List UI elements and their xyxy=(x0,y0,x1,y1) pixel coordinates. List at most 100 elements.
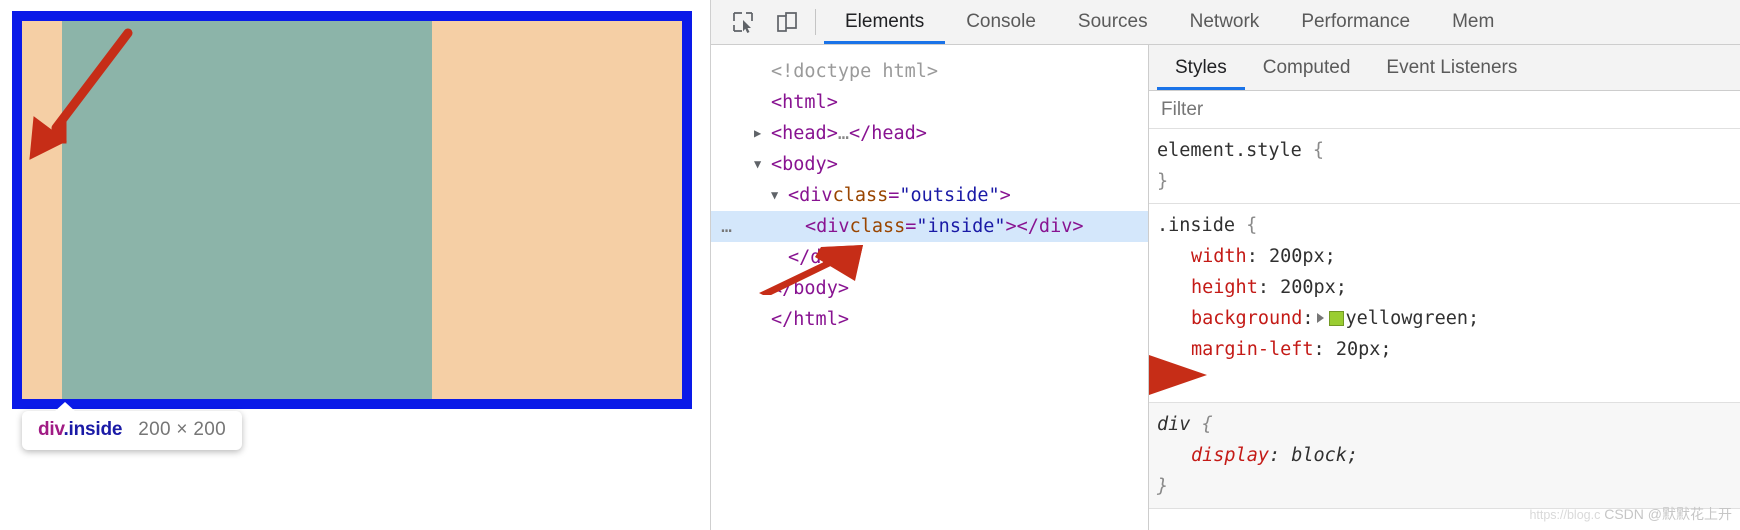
css-declaration[interactable]: display: block; xyxy=(1157,440,1740,471)
tab-styles[interactable]: Styles xyxy=(1157,45,1245,90)
css-colon: : xyxy=(1268,445,1281,466)
css-open-brace: { xyxy=(1190,414,1213,435)
dom-token: <!doctype html> xyxy=(771,61,939,82)
styles-tab-bar: Styles Computed Event Listeners xyxy=(1149,45,1740,91)
dom-token: </body> xyxy=(771,278,849,299)
inspect-element-icon[interactable] xyxy=(721,0,765,44)
dom-row-gutter: … xyxy=(721,216,733,237)
expand-triangle-icon[interactable] xyxy=(1316,313,1324,323)
div-outside-element[interactable] xyxy=(12,11,692,409)
dom-tree-row[interactable]: <html> xyxy=(711,87,1148,118)
toolbar-divider xyxy=(815,9,816,35)
css-space xyxy=(1269,277,1280,298)
devtools-screenshot: div.inside 200 × 200 Elements Console So… xyxy=(0,0,1740,530)
css-rules-list: element.style {} .inside {width: 200px; he… xyxy=(1149,129,1740,509)
css-colon: : xyxy=(1246,246,1258,267)
css-close-brace: } xyxy=(1157,171,1169,192)
css-rule-block[interactable]: div {display: block;} xyxy=(1149,403,1740,509)
css-space xyxy=(1258,246,1269,267)
dom-row-twisty-icon[interactable]: ▶ xyxy=(754,118,771,149)
css-colon: : xyxy=(1257,277,1269,298)
devtools-tab-bar: Elements Console Sources Network Perform… xyxy=(824,0,1515,44)
page-viewport: div.inside 200 × 200 xyxy=(0,0,710,530)
css-declaration[interactable]: margin-left: 20px; xyxy=(1157,334,1740,365)
dom-tree-row[interactable]: … <div class = "inside" ></div> xyxy=(711,211,1148,242)
css-property-value[interactable]: 20px; xyxy=(1336,339,1392,360)
css-property-value[interactable]: 200px; xyxy=(1269,246,1336,267)
tab-event-listeners[interactable]: Event Listeners xyxy=(1368,45,1535,90)
styles-pane: Styles Computed Event Listeners element.… xyxy=(1148,45,1740,530)
watermark-url: https://blog.c xyxy=(1529,508,1601,522)
css-property-name[interactable]: display xyxy=(1191,445,1269,466)
tab-elements[interactable]: Elements xyxy=(824,0,945,44)
css-declaration[interactable]: height: 200px; xyxy=(1157,272,1740,303)
dom-token: <html> xyxy=(771,92,838,113)
css-property-name[interactable]: width xyxy=(1191,246,1247,267)
css-property-name[interactable]: margin-left xyxy=(1191,339,1314,360)
css-colon: : xyxy=(1313,339,1325,360)
tab-network[interactable]: Network xyxy=(1169,0,1281,44)
dom-token: </head> xyxy=(848,123,927,144)
device-toolbar-icon[interactable] xyxy=(765,0,809,44)
css-rule-selector[interactable]: element.style { xyxy=(1157,135,1740,166)
div-inside-element[interactable] xyxy=(62,21,432,399)
devtools-toolbar: Elements Console Sources Network Perform… xyxy=(711,0,1740,45)
dom-row-twisty-icon[interactable]: ▼ xyxy=(771,180,788,211)
css-rule-selector[interactable]: div { xyxy=(1157,409,1740,440)
tooltip-element-name: div.inside xyxy=(38,419,123,440)
dom-tree-row[interactable]: ▼ <div class = "outside" > xyxy=(711,180,1148,211)
tab-console[interactable]: Console xyxy=(945,0,1057,44)
dom-token: > xyxy=(999,185,1011,206)
css-property-name[interactable]: height xyxy=(1191,277,1258,298)
tab-performance[interactable]: Performance xyxy=(1280,0,1431,44)
css-colon: : xyxy=(1302,308,1314,329)
css-property-value[interactable]: 200px; xyxy=(1280,277,1347,298)
tooltip-dimensions: 200 × 200 xyxy=(138,419,227,440)
css-space xyxy=(1280,445,1291,466)
css-close-brace: } xyxy=(1157,370,1169,391)
css-property-value[interactable]: block; xyxy=(1291,445,1358,466)
dom-tree-row[interactable]: </body> xyxy=(711,273,1148,304)
watermark-text: CSDN @默默花上开 xyxy=(1604,506,1732,522)
css-open-brace: { xyxy=(1301,140,1325,161)
dom-token: = xyxy=(888,185,900,206)
dom-row-twisty-icon[interactable]: ▼ xyxy=(754,149,771,180)
dom-tree-row[interactable]: </html> xyxy=(711,304,1148,335)
color-swatch-icon[interactable] xyxy=(1328,311,1344,326)
dom-token: <head> xyxy=(771,123,838,144)
tooltip-element-class: .inside xyxy=(63,419,123,440)
dom-token: "outside" xyxy=(899,185,1000,206)
dom-tree-row[interactable]: <!doctype html> xyxy=(711,56,1148,87)
css-space xyxy=(1325,339,1336,360)
css-rule-block[interactable]: .inside {width: 200px; height: 200px; back… xyxy=(1149,204,1740,403)
dom-token: … xyxy=(837,123,849,144)
tab-sources[interactable]: Sources xyxy=(1057,0,1169,44)
watermark: https://blog.c CSDN @默默花上开 xyxy=(1529,504,1732,524)
css-open-brace: { xyxy=(1234,215,1258,236)
dom-tree-row[interactable]: </div> xyxy=(711,242,1148,273)
element-highlight-tooltip: div.inside 200 × 200 xyxy=(22,402,243,450)
tab-computed[interactable]: Computed xyxy=(1245,45,1369,90)
css-selector-text: .inside xyxy=(1157,215,1235,236)
css-property-value[interactable]: yellowgreen; xyxy=(1346,308,1480,329)
dom-tree-pane[interactable]: <!doctype html> <html> ▶ <head>… </head> ▼ <bo… xyxy=(711,45,1148,530)
dom-token: <div xyxy=(788,185,833,206)
dom-token: <div xyxy=(805,216,850,237)
dom-token: </div> xyxy=(788,247,855,268)
dom-token: "inside" xyxy=(916,216,1006,237)
css-selector-text: div xyxy=(1157,414,1191,435)
dom-tree-row[interactable]: ▶ <head>… </head> xyxy=(711,118,1148,149)
css-rule-selector[interactable]: .inside { xyxy=(1157,210,1740,241)
css-declaration[interactable]: width: 200px; xyxy=(1157,241,1740,272)
css-rule-block[interactable]: element.style {} xyxy=(1149,129,1740,204)
css-declaration[interactable]: background: yellowgreen; xyxy=(1157,303,1740,334)
dom-token: class xyxy=(849,216,906,237)
css-close-brace: } xyxy=(1157,476,1169,497)
devtools-body: <!doctype html> <html> ▶ <head>… </head> ▼ <bo… xyxy=(711,45,1740,530)
tab-memory[interactable]: Mem xyxy=(1431,0,1515,44)
dom-token: <body> xyxy=(771,154,838,175)
devtools-panel: Elements Console Sources Network Perform… xyxy=(710,0,1740,530)
css-property-name[interactable]: background xyxy=(1191,308,1302,329)
dom-tree-row[interactable]: ▼ <body> xyxy=(711,149,1148,180)
styles-filter-input[interactable] xyxy=(1159,97,1730,122)
